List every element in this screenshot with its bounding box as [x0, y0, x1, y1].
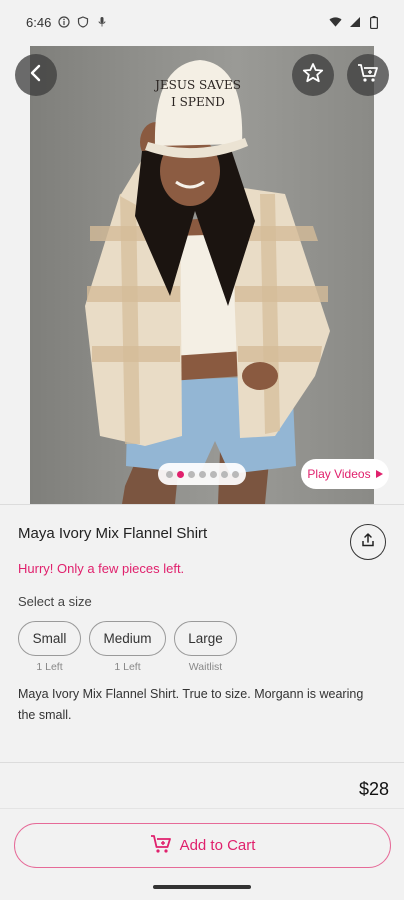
status-bar: 6:46 — [0, 0, 404, 44]
pagination-dot[interactable] — [198, 470, 206, 478]
play-videos-label: Play Videos — [307, 467, 371, 481]
size-option-small: Small 1 Left — [18, 621, 81, 673]
size-medium-button[interactable]: Medium — [89, 621, 166, 656]
star-icon — [302, 62, 324, 89]
select-size-label: Select a size — [18, 594, 92, 609]
model-illustration: JESUS SAVES I SPEND — [85, 60, 330, 504]
divider — [0, 762, 404, 763]
size-option-large: Large Waitlist — [174, 621, 237, 673]
size-options: Small 1 Left Medium 1 Left Large Waitlis… — [18, 621, 237, 673]
status-time: 6:46 — [26, 14, 52, 30]
size-small-availability: 1 Left — [36, 661, 63, 673]
cart-button[interactable] — [347, 54, 389, 96]
size-large-button[interactable]: Large — [174, 621, 237, 656]
hat-text-line1: JESUS SAVES — [153, 78, 241, 92]
cart-icon — [150, 834, 172, 858]
pagination-dot[interactable] — [165, 470, 173, 478]
size-medium-availability: 1 Left — [114, 661, 141, 673]
battery-icon — [367, 15, 380, 29]
chevron-left-icon — [29, 64, 43, 87]
share-button[interactable] — [350, 524, 386, 560]
size-small-button[interactable]: Small — [18, 621, 81, 656]
info-icon — [57, 16, 70, 29]
pagination-dot[interactable] — [209, 470, 217, 478]
play-videos-button[interactable]: Play Videos — [301, 459, 389, 489]
pagination-dot[interactable] — [187, 470, 195, 478]
divider — [0, 504, 404, 505]
product-image[interactable]: JESUS SAVES I SPEND — [30, 46, 374, 504]
back-button[interactable] — [15, 54, 57, 96]
add-to-cart-button[interactable]: Add to Cart — [14, 823, 391, 868]
size-option-medium: Medium 1 Left — [89, 621, 166, 673]
favorite-button[interactable] — [292, 54, 334, 96]
shield-icon — [76, 16, 89, 29]
product-price: $28 — [358, 779, 389, 799]
product-title: Maya Ivory Mix Flannel Shirt — [18, 525, 208, 542]
hat-text-line2: I SPEND — [171, 95, 225, 109]
size-large-availability: Waitlist — [188, 661, 223, 673]
stock-warning: Hurry! Only a few pieces left. — [18, 561, 185, 576]
share-icon — [360, 532, 376, 553]
add-to-cart-label: Add to Cart — [179, 837, 256, 854]
wifi-icon — [329, 16, 342, 29]
cart-icon — [357, 63, 379, 88]
home-indicator[interactable] — [153, 885, 251, 889]
divider — [0, 808, 404, 809]
play-icon — [375, 470, 383, 478]
pagination-dot[interactable] — [220, 470, 228, 478]
pagination-dot[interactable] — [231, 470, 239, 478]
product-description: Maya Ivory Mix Flannel Shirt. True to si… — [18, 687, 364, 722]
pagination-dot[interactable] — [176, 470, 184, 478]
gallery-pagination[interactable] — [158, 463, 246, 485]
mic-icon — [95, 16, 108, 29]
signal-icon — [348, 16, 361, 29]
